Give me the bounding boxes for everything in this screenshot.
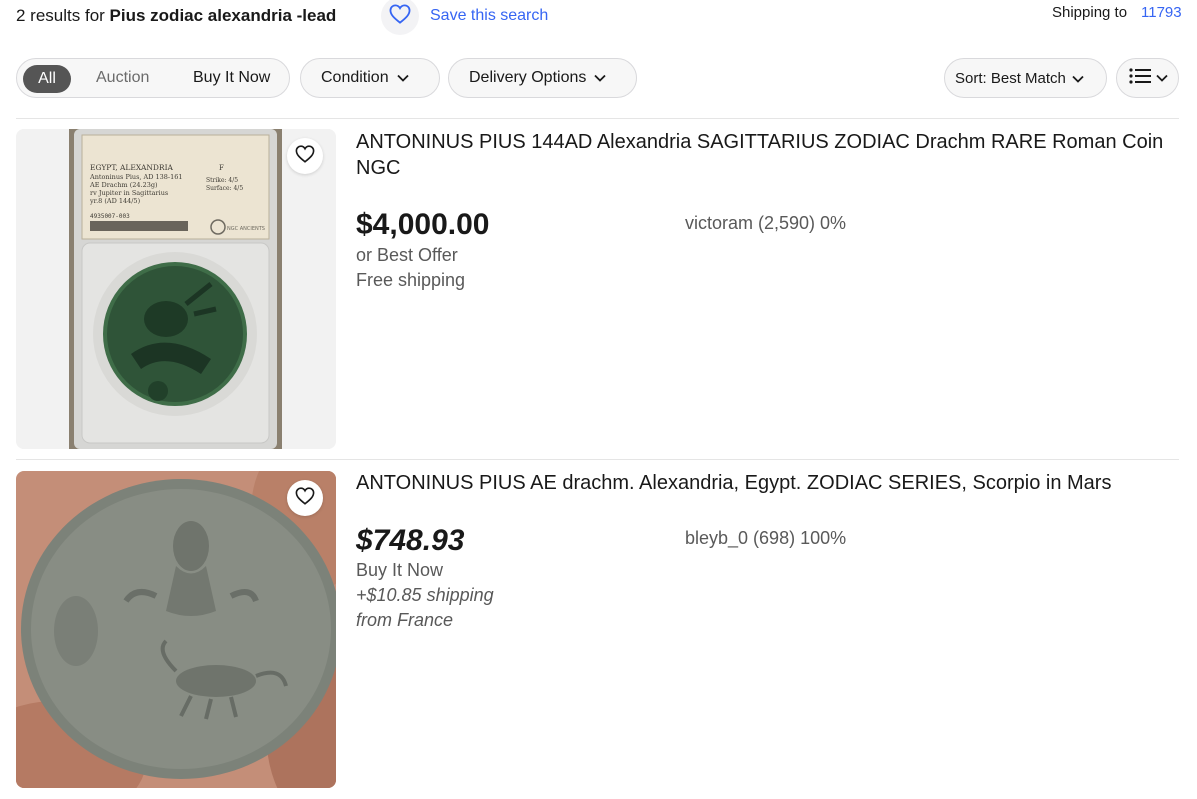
chevron-down-icon bbox=[1156, 69, 1168, 87]
seller-info: bleyb_0 (698) 100% bbox=[685, 528, 847, 548]
heart-icon bbox=[389, 3, 411, 29]
heart-icon bbox=[295, 486, 315, 510]
heart-icon bbox=[295, 144, 315, 168]
results-header: 2 results for Pius zodiac alexandria -le… bbox=[0, 0, 1197, 40]
shipping-text: +$10.85 shipping bbox=[356, 585, 494, 605]
format-all-tab[interactable]: All bbox=[23, 65, 71, 93]
chevron-down-icon bbox=[396, 69, 409, 87]
slab-grade: F bbox=[219, 164, 224, 172]
best-offer-text: or Best Offer bbox=[356, 245, 458, 265]
format-buy-it-now-tab[interactable]: Buy It Now bbox=[193, 69, 270, 87]
shipping-text: Free shipping bbox=[356, 270, 466, 290]
item-title-link[interactable]: ANTONINUS PIUS AE drachm. Alexandria, Eg… bbox=[356, 470, 1166, 496]
shipping-zip-link[interactable]: 11793 bbox=[1141, 4, 1182, 21]
item-price: $748.93 bbox=[356, 524, 465, 557]
watch-item-button[interactable] bbox=[287, 480, 323, 516]
slab-label-line: AE Drachm (24.23g) bbox=[89, 181, 158, 189]
format-text: Buy It Now bbox=[356, 560, 444, 580]
slab-surface: Surface: 4/5 bbox=[206, 185, 243, 192]
watch-item-button[interactable] bbox=[287, 138, 323, 174]
divider bbox=[16, 459, 1179, 460]
item-title-link[interactable]: ANTONINUS PIUS 144AD Alexandria SAGITTAR… bbox=[356, 129, 1166, 181]
sort-button[interactable]: Sort: Best Match bbox=[944, 58, 1107, 98]
item-image-2[interactable] bbox=[16, 471, 336, 788]
coin-slab-image: EGYPT, ALEXANDRIA Antoninus Pius, AD 138… bbox=[16, 129, 336, 449]
delivery-options-label: Delivery Options bbox=[469, 69, 587, 86]
item-price: $4,000.00 bbox=[356, 208, 490, 241]
list-view-icon bbox=[1129, 67, 1151, 90]
results-count: 2 results for bbox=[16, 6, 105, 25]
search-query: Pius zodiac alexandria -lead bbox=[109, 6, 337, 25]
slab-label-line: yr.8 (AD 144/5) bbox=[89, 197, 141, 205]
sort-label: Sort: Best Match bbox=[955, 69, 1066, 87]
filter-bar: All Auction Buy It Now Condition Deliver… bbox=[16, 58, 1181, 98]
format-segmented-control: All Auction Buy It Now bbox=[16, 58, 290, 98]
view-toggle-button[interactable] bbox=[1116, 58, 1179, 98]
coin-photo-image bbox=[16, 471, 336, 788]
shipping-to-label: Shipping to bbox=[1052, 4, 1128, 21]
save-search-heart-button[interactable] bbox=[381, 0, 419, 35]
chevron-down-icon bbox=[1072, 70, 1084, 87]
slab-label-line: Antoninus Pius, AD 138-161 bbox=[89, 173, 183, 181]
slab-cert-number: 4935007-003 bbox=[90, 213, 130, 220]
chevron-down-icon bbox=[594, 69, 607, 87]
slab-brand: NGC ANCIENTS bbox=[227, 226, 265, 232]
item-image-1[interactable]: EGYPT, ALEXANDRIA Antoninus Pius, AD 138… bbox=[16, 129, 336, 449]
results-summary: 2 results for Pius zodiac alexandria -le… bbox=[16, 6, 336, 26]
divider bbox=[16, 118, 1179, 119]
slab-label-line: rv Jupiter in Sagittarius bbox=[90, 189, 168, 197]
format-auction-tab[interactable]: Auction bbox=[96, 69, 149, 87]
item-location: from France bbox=[356, 610, 454, 630]
condition-filter-button[interactable]: Condition bbox=[300, 58, 440, 98]
slab-label-line: EGYPT, ALEXANDRIA bbox=[90, 163, 174, 172]
delivery-options-filter-button[interactable]: Delivery Options bbox=[448, 58, 637, 98]
seller-info: victoram (2,590) 0% bbox=[685, 213, 847, 233]
condition-label: Condition bbox=[321, 69, 389, 86]
save-search-link[interactable]: Save this search bbox=[430, 7, 548, 25]
slab-strike: Strike: 4/5 bbox=[206, 177, 238, 184]
